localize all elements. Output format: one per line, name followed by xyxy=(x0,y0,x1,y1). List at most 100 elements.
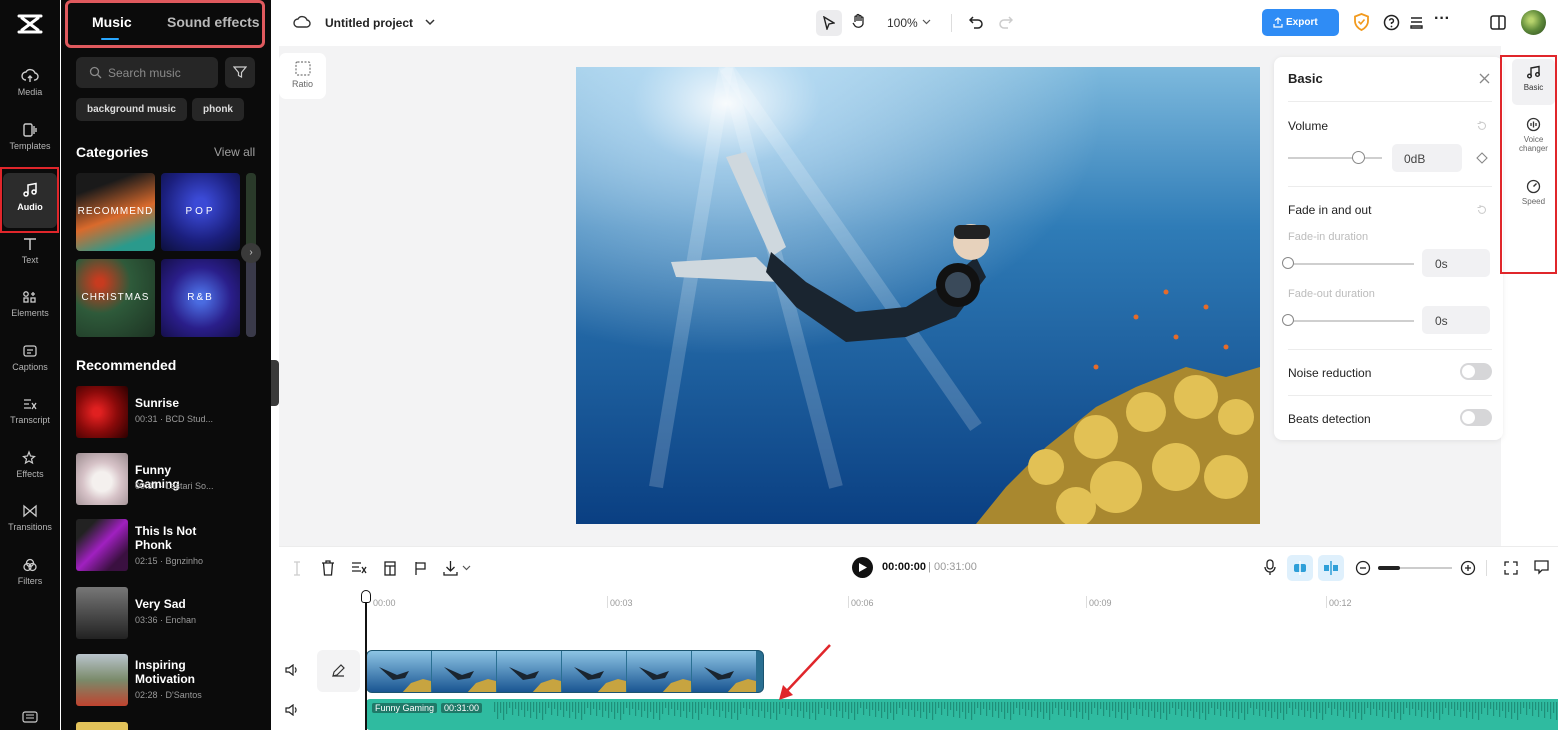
shield-icon[interactable] xyxy=(1354,13,1369,31)
project-title[interactable]: Untitled project xyxy=(325,16,413,30)
waveform-bar xyxy=(983,702,985,709)
volume-slider-knob[interactable] xyxy=(1351,151,1365,164)
timeline-ruler[interactable]: 00:00 00:03 00:06 00:09 00:12 xyxy=(279,588,1558,628)
waveform-bar xyxy=(539,702,541,713)
rail-item-captions[interactable]: Captions xyxy=(3,339,57,387)
categories-next-button[interactable]: › xyxy=(241,243,261,263)
timeline-zoom-slider[interactable] xyxy=(1378,566,1452,570)
category-card[interactable]: RECOMMEND xyxy=(76,173,155,251)
delete-icon[interactable] xyxy=(321,560,335,576)
cloud-save-icon[interactable] xyxy=(293,15,311,30)
edit-cover-button[interactable] xyxy=(317,650,360,692)
feedback-icon[interactable] xyxy=(1534,560,1549,575)
waveform-bar xyxy=(578,702,580,713)
chevron-down-icon[interactable] xyxy=(425,19,435,26)
category-card[interactable]: POP xyxy=(161,173,240,251)
speaker-icon[interactable] xyxy=(285,664,299,676)
category-card[interactable]: CHRISTMAS xyxy=(76,259,155,337)
waveform-bar xyxy=(656,702,658,713)
freeze-frame-icon[interactable] xyxy=(383,561,397,576)
zoom-level[interactable]: 100% xyxy=(887,16,918,30)
keyframe-diamond-icon[interactable] xyxy=(1476,152,1488,164)
video-preview[interactable] xyxy=(576,67,1260,524)
category-card[interactable]: R&B xyxy=(161,259,240,337)
tag-chip[interactable]: background music xyxy=(76,98,187,121)
fade-out-slider-track[interactable] xyxy=(1288,320,1414,322)
rail-item-transitions[interactable]: Transitions xyxy=(3,499,57,547)
category-card-partial[interactable] xyxy=(246,259,256,337)
split-icon[interactable] xyxy=(291,561,303,576)
tab-sound-effects[interactable]: Sound effects xyxy=(167,14,260,30)
fullscreen-icon[interactable] xyxy=(1504,561,1518,575)
view-all-link[interactable]: View all xyxy=(214,145,255,159)
playhead[interactable] xyxy=(365,592,367,730)
list-item[interactable]: Funny Gaming 00:31 · Lestari So... xyxy=(76,453,266,508)
capcut-logo-icon[interactable] xyxy=(16,12,44,36)
waveform-bar xyxy=(1124,702,1126,713)
help-icon[interactable] xyxy=(1383,14,1400,31)
audio-clip[interactable] xyxy=(366,699,1558,730)
ratio-button[interactable]: Ratio xyxy=(279,53,326,99)
list-item[interactable]: Very Sad 03:36 · Enchan xyxy=(76,587,266,642)
speaker-icon[interactable] xyxy=(285,704,299,716)
fade-in-slider-knob[interactable] xyxy=(1282,257,1294,269)
marker-flag-icon[interactable] xyxy=(414,561,427,576)
auto-snap-toggle[interactable] xyxy=(1287,555,1313,581)
rail-item-text[interactable]: Text xyxy=(3,232,57,280)
close-icon[interactable] xyxy=(1479,73,1490,84)
noise-reduction-toggle[interactable] xyxy=(1460,363,1492,380)
avatar[interactable] xyxy=(1521,10,1546,35)
track-meta: 02:15 · Bgnzinho xyxy=(135,556,204,566)
split-audio-icon[interactable] xyxy=(351,561,367,575)
tag-chip[interactable]: phonk xyxy=(192,98,244,121)
more-options-icon[interactable]: ··· xyxy=(1434,10,1450,28)
redo-icon[interactable] xyxy=(998,14,1013,29)
fade-out-value-field[interactable]: 0s xyxy=(1422,306,1490,334)
reset-icon[interactable] xyxy=(1476,204,1488,216)
chevron-down-icon[interactable] xyxy=(462,565,471,571)
keyboard-icon[interactable] xyxy=(1409,15,1424,30)
linkage-toggle[interactable] xyxy=(1318,555,1344,581)
download-icon[interactable] xyxy=(443,560,458,576)
list-item[interactable]: Inspiring Motivation 02:28 · D'Santos xyxy=(76,654,266,709)
rail-item-transcript[interactable]: Transcript xyxy=(3,392,57,440)
tab-music[interactable]: Music xyxy=(92,14,132,30)
rail-item-templates[interactable]: Templates xyxy=(3,118,57,166)
volume-slider[interactable] xyxy=(1288,151,1382,165)
fade-in-slider-track[interactable] xyxy=(1288,263,1414,265)
volume-value-field[interactable]: 0dB xyxy=(1392,144,1462,172)
beats-detection-toggle[interactable] xyxy=(1460,409,1492,426)
waveform-bar xyxy=(599,702,601,710)
waveform-bar xyxy=(1259,702,1261,716)
playhead-handle[interactable] xyxy=(361,590,371,603)
fade-in-value-field[interactable]: 0s xyxy=(1422,249,1490,277)
keyboard-shortcuts-icon[interactable] xyxy=(22,710,38,724)
rail-item-elements[interactable]: Elements xyxy=(3,285,57,333)
select-tool-button[interactable] xyxy=(816,10,842,36)
rail-item-media[interactable]: Media xyxy=(3,64,57,112)
export-button[interactable]: Export xyxy=(1262,9,1339,36)
microphone-icon[interactable] xyxy=(1264,559,1276,576)
video-clip[interactable] xyxy=(366,650,764,693)
rail-item-effects[interactable]: Effects xyxy=(3,446,57,494)
search-input[interactable]: Search music xyxy=(76,57,218,88)
rail-item-filters[interactable]: Filters xyxy=(3,553,57,601)
fade-out-slider-knob[interactable] xyxy=(1282,314,1294,326)
layout-panel-icon[interactable] xyxy=(1490,15,1506,30)
waveform-bar xyxy=(1211,702,1213,708)
list-item[interactable]: Sunrise 00:31 · BCD Stud... xyxy=(76,386,266,441)
list-item[interactable]: This Is Not Phonk 02:15 · Bgnzinho xyxy=(76,519,266,574)
reset-icon[interactable] xyxy=(1476,120,1488,132)
waveform-bar xyxy=(1049,702,1051,720)
track-meta: 03:36 · Enchan xyxy=(135,615,197,625)
hand-tool-icon[interactable] xyxy=(852,13,866,30)
zoom-out-icon[interactable] xyxy=(1355,560,1371,576)
undo-icon[interactable] xyxy=(969,14,984,29)
filter-button[interactable] xyxy=(225,57,255,88)
zoom-in-icon[interactable] xyxy=(1460,560,1476,576)
waveform-bar xyxy=(1043,702,1045,719)
chevron-down-icon[interactable] xyxy=(922,19,931,25)
category-card-partial[interactable] xyxy=(246,173,256,251)
panel-collapse-handle[interactable] xyxy=(271,360,279,406)
play-button[interactable] xyxy=(852,557,873,578)
